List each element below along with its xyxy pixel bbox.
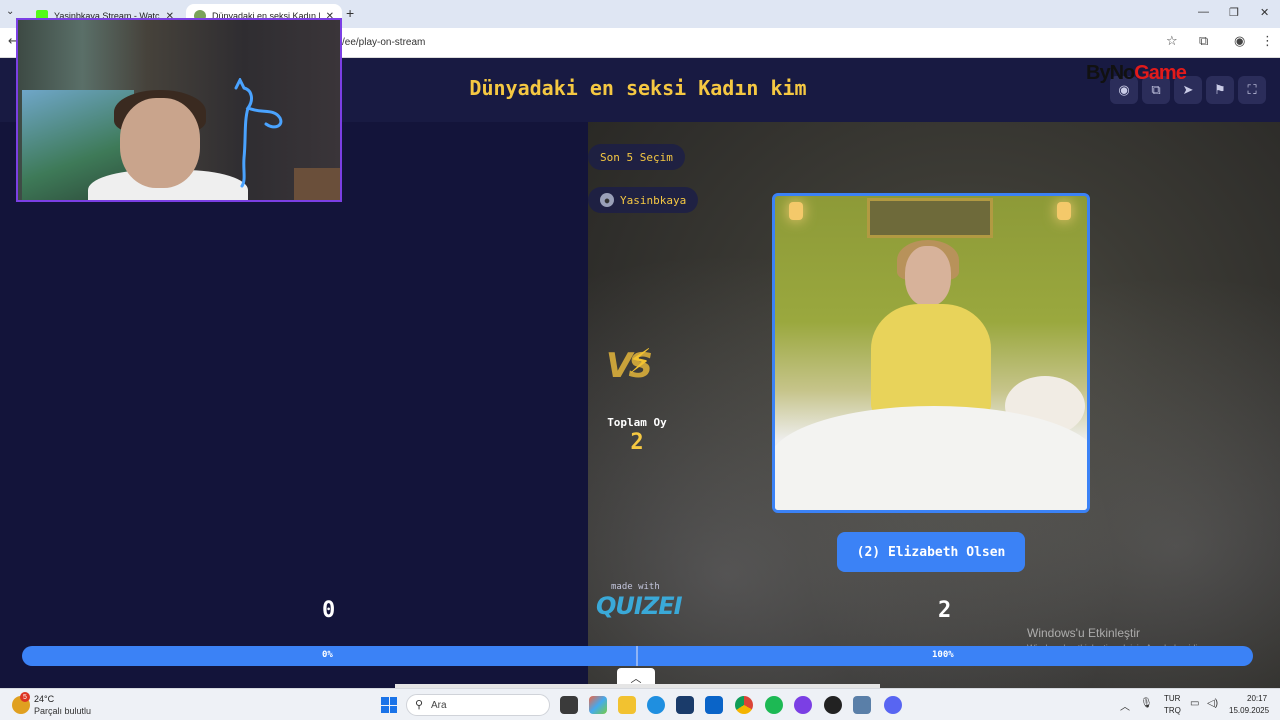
- weather-condition[interactable]: Parçalı bulutlu: [34, 706, 91, 716]
- history-user-chip[interactable]: ● Yasinbkaya: [588, 187, 699, 213]
- clock-date[interactable]: 15.09.2025: [1229, 706, 1269, 715]
- profile-icon[interactable]: ◉: [1234, 34, 1245, 49]
- windows-activation-title: Windows'u Etkinleştir: [1027, 626, 1140, 640]
- extensions-icon[interactable]: ⧉: [1199, 34, 1208, 49]
- image-lamp-right: [1057, 202, 1071, 220]
- total-votes-label: Toplam Oy: [607, 416, 667, 429]
- neon-cat-icon: [234, 78, 283, 188]
- microphone-icon[interactable]: 🎙: [1140, 698, 1153, 709]
- fullscreen-icon[interactable]: ⛶: [1238, 76, 1266, 104]
- windows-taskbar: 5 24°C Parçalı bulutlu ⚲ Ara ︿ 🎙 TUR TRQ…: [0, 688, 1280, 720]
- image-head: [905, 246, 951, 306]
- brand-part2: Game: [1134, 62, 1187, 84]
- choice-name-button[interactable]: (2) Elizabeth Olsen: [837, 532, 1025, 572]
- language-indicator-bottom[interactable]: TRQ: [1164, 706, 1181, 715]
- user-avatar-icon: ●: [600, 193, 614, 207]
- weather-temperature[interactable]: 24°C: [34, 694, 54, 704]
- obs-icon[interactable]: [794, 696, 812, 714]
- right-percent-label: 100%: [932, 650, 954, 660]
- restore-icon[interactable]: ❐: [1229, 6, 1239, 19]
- brand-part1: ByNo: [1086, 62, 1135, 84]
- search-icon: ⚲: [415, 699, 424, 711]
- taskbar-search[interactable]: ⚲ Ara: [406, 694, 550, 716]
- discord-icon[interactable]: [884, 696, 902, 714]
- image-mirror: [867, 198, 993, 238]
- flag-icon[interactable]: ⚑: [1206, 76, 1234, 104]
- image-lamp-left: [789, 202, 803, 220]
- clock-time[interactable]: 20:17: [1247, 694, 1267, 703]
- tab-search-icon[interactable]: ⌄: [6, 6, 14, 17]
- webcam-face: [120, 98, 200, 188]
- history-user-name: Yasinbkaya: [620, 193, 687, 207]
- left-score: 0: [322, 598, 336, 623]
- quizei-logo[interactable]: QUIZEI: [596, 592, 683, 620]
- vote-progress-bar: 0% 100%: [22, 646, 1253, 666]
- minimize-icon[interactable]: —: [1198, 6, 1209, 18]
- last-5-choices-button[interactable]: Son 5 Seçim: [588, 144, 685, 170]
- windows-start-icon[interactable]: [381, 697, 397, 713]
- task-view-icon[interactable]: [560, 696, 578, 714]
- network-icon[interactable]: ▭: [1190, 698, 1199, 709]
- webcam-shelf: [294, 168, 340, 200]
- edge-icon[interactable]: [647, 696, 665, 714]
- app-icon[interactable]: [824, 696, 842, 714]
- image-table: [775, 406, 1087, 510]
- webcam-overlay: [16, 18, 342, 202]
- lightning-bolt-icon: ⚡: [628, 342, 652, 382]
- left-choice-panel[interactable]: [0, 122, 588, 688]
- left-percent-label: 0%: [322, 650, 333, 660]
- more-menu-icon[interactable]: ⋮: [1261, 34, 1274, 49]
- total-votes-value: 2: [630, 430, 644, 455]
- store-icon[interactable]: [676, 696, 694, 714]
- address-bar[interactable]: /ee/play-on-stream: [342, 37, 425, 48]
- last-5-choices-label: Son 5 Seçim: [600, 150, 673, 164]
- image-dress: [871, 304, 991, 416]
- spotify-icon[interactable]: [765, 696, 783, 714]
- progress-divider: [636, 646, 638, 666]
- made-with-label: made with: [611, 582, 660, 592]
- new-tab-icon[interactable]: +: [346, 5, 354, 21]
- volume-icon[interactable]: ◁): [1207, 698, 1218, 709]
- weather-badge: 5: [20, 692, 30, 702]
- choice-image-card[interactable]: [772, 193, 1090, 513]
- bookmark-star-icon[interactable]: ☆: [1166, 34, 1178, 49]
- language-indicator-top[interactable]: TUR: [1164, 694, 1180, 703]
- search-placeholder: Ara: [431, 700, 447, 711]
- outlook-icon[interactable]: [705, 696, 723, 714]
- chrome-icon[interactable]: [735, 696, 753, 714]
- right-score: 2: [938, 598, 952, 623]
- file-explorer-icon[interactable]: [618, 696, 636, 714]
- copilot-icon[interactable]: [589, 696, 607, 714]
- network-app-icon[interactable]: [853, 696, 871, 714]
- tray-chevron-up-icon[interactable]: ︿: [1120, 698, 1130, 713]
- bynogame-logo: ByNoGame: [1086, 62, 1187, 85]
- close-window-icon[interactable]: ✕: [1260, 6, 1269, 19]
